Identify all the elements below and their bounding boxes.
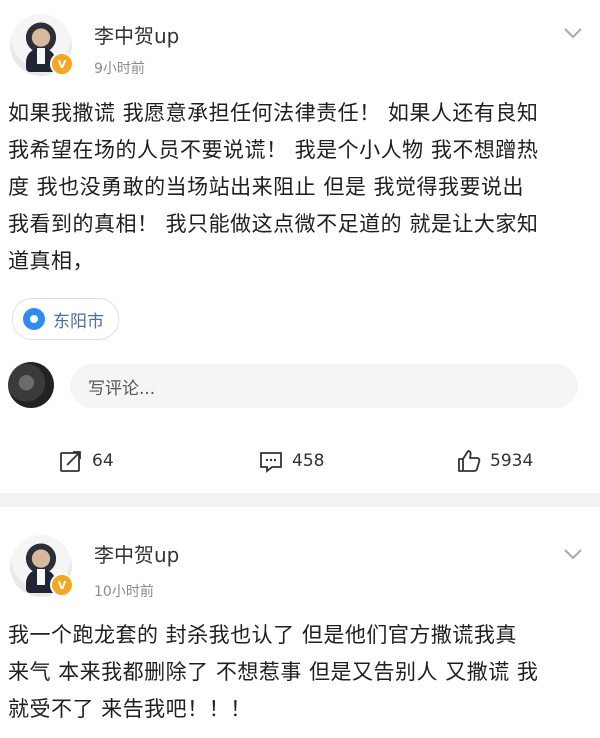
location-label: 东阳市	[53, 311, 104, 332]
username[interactable]: 李中贺up	[94, 20, 179, 49]
feed-separator	[0, 493, 600, 507]
post-content: 如果我撒谎 我愿意承担任何法律责任！ 如果人还有良知 我希望在场的人员不要说谎！…	[8, 101, 539, 273]
weibo-post: V 李中贺up 9小时前 如果我撒谎 我愿意承担任何法律责任！ 如果人还有良知 …	[0, 0, 600, 493]
username[interactable]: 李中贺up	[94, 539, 179, 568]
action-bar: 64 458 5934	[0, 448, 600, 482]
location-pin-icon	[23, 308, 45, 330]
verified-badge-icon: V	[50, 573, 74, 597]
repost-button[interactable]: 64	[58, 448, 114, 474]
commenter-avatar	[8, 362, 54, 408]
repost-icon	[60, 451, 81, 472]
comment-icon	[260, 452, 282, 473]
weibo-post: V 李中贺up 10小时前 我一个跑龙套的 封杀我也认了 但是他们官方撒谎我真 …	[0, 507, 600, 738]
repost-count: 64	[92, 451, 114, 471]
chevron-down-icon[interactable]	[562, 22, 584, 44]
avatar-shirt	[37, 569, 45, 585]
avatar-shirt	[37, 48, 45, 64]
like-icon	[458, 450, 481, 472]
comment-count: 458	[292, 451, 325, 471]
comment-button[interactable]: 458	[258, 448, 324, 474]
post-time: 10小时前	[94, 584, 154, 600]
avatar[interactable]: V	[10, 14, 74, 76]
avatar[interactable]: V	[10, 535, 74, 597]
post-content: 我一个跑龙套的 封杀我也认了 但是他们官方撒谎我真 来气 本来我都删除了 不想惹…	[8, 623, 539, 721]
post-time: 9小时前	[94, 61, 145, 77]
chevron-down-icon[interactable]	[562, 543, 584, 565]
like-count: 5934	[490, 451, 534, 471]
verified-badge-icon: V	[50, 52, 74, 76]
like-button[interactable]: 5934	[456, 448, 533, 474]
location-tag[interactable]: 东阳市	[12, 298, 119, 340]
comment-input[interactable]: 写评论...	[70, 364, 578, 408]
